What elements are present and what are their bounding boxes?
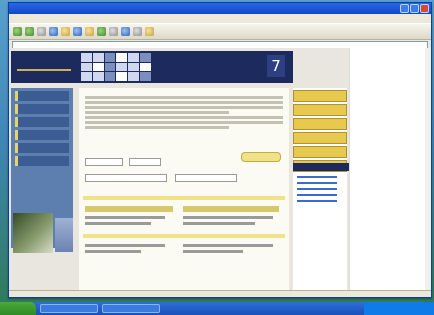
site-logo[interactable] bbox=[17, 59, 71, 71]
status-bar bbox=[9, 290, 431, 297]
home-icon[interactable] bbox=[61, 27, 70, 36]
browser-content: 7 bbox=[9, 48, 431, 297]
media-icon[interactable] bbox=[97, 27, 106, 36]
related-link[interactable] bbox=[297, 176, 337, 178]
table-cell bbox=[183, 216, 273, 219]
left-nav-item[interactable] bbox=[15, 156, 69, 166]
left-nav-item[interactable] bbox=[15, 117, 69, 127]
main-content bbox=[79, 88, 289, 294]
taskbar bbox=[0, 302, 434, 315]
right-nav-item[interactable] bbox=[293, 146, 347, 158]
left-photo-secondary bbox=[55, 218, 73, 252]
related-link[interactable] bbox=[297, 200, 337, 202]
text-line bbox=[85, 116, 283, 119]
left-nav-item[interactable] bbox=[15, 104, 69, 114]
right-nav-item[interactable] bbox=[293, 90, 347, 102]
text-line bbox=[85, 111, 229, 114]
back-icon[interactable] bbox=[13, 27, 22, 36]
refresh-icon[interactable] bbox=[49, 27, 58, 36]
window-controls bbox=[400, 4, 429, 13]
table-cell bbox=[183, 222, 255, 225]
right-navigation bbox=[293, 88, 350, 294]
taskbar-item[interactable] bbox=[40, 304, 98, 313]
text-line bbox=[85, 96, 283, 99]
text-line bbox=[85, 101, 283, 104]
table-cell bbox=[183, 244, 273, 247]
stop-icon[interactable] bbox=[37, 27, 46, 36]
edit-icon[interactable] bbox=[145, 27, 154, 36]
header-photo-mosaic bbox=[81, 53, 151, 81]
left-nav-item[interactable] bbox=[15, 130, 69, 140]
table-cell bbox=[183, 250, 243, 253]
vertical-scrollbar[interactable] bbox=[425, 48, 431, 297]
related-link[interactable] bbox=[297, 194, 337, 196]
text-line bbox=[85, 126, 229, 129]
form-input[interactable] bbox=[85, 174, 167, 182]
related-links-header bbox=[293, 163, 350, 171]
text-line bbox=[85, 121, 283, 124]
title-bar[interactable] bbox=[9, 3, 431, 14]
table-cell bbox=[85, 216, 165, 219]
print-icon[interactable] bbox=[133, 27, 142, 36]
table-header bbox=[85, 206, 173, 212]
table-cell bbox=[85, 250, 141, 253]
favorites-icon[interactable] bbox=[85, 27, 94, 36]
left-nav-item[interactable] bbox=[15, 91, 69, 101]
search-icon[interactable] bbox=[73, 27, 82, 36]
menu-bar bbox=[9, 14, 431, 23]
submit-button[interactable] bbox=[241, 152, 281, 162]
table-cell bbox=[85, 244, 165, 247]
system-tray bbox=[364, 302, 434, 315]
taskbar-item[interactable] bbox=[102, 304, 160, 313]
form-input[interactable] bbox=[85, 158, 123, 166]
table-header bbox=[183, 206, 279, 212]
left-navigation bbox=[11, 88, 73, 253]
maximize-button[interactable] bbox=[410, 4, 419, 13]
right-nav-item[interactable] bbox=[293, 118, 347, 130]
toolbar bbox=[9, 23, 431, 40]
mail-icon[interactable] bbox=[121, 27, 130, 36]
browser-window: 7 bbox=[8, 2, 432, 298]
left-nav-item[interactable] bbox=[15, 143, 69, 153]
form-input[interactable] bbox=[175, 174, 237, 182]
history-icon[interactable] bbox=[109, 27, 118, 36]
related-link[interactable] bbox=[297, 182, 337, 184]
blank-side-panel bbox=[349, 48, 431, 297]
close-button[interactable] bbox=[420, 4, 429, 13]
section-divider bbox=[83, 234, 285, 238]
left-photo bbox=[13, 213, 53, 253]
header-badge: 7 bbox=[267, 55, 285, 77]
search-form bbox=[83, 146, 285, 194]
right-nav-item[interactable] bbox=[293, 104, 347, 116]
form-input[interactable] bbox=[129, 158, 161, 166]
forward-icon[interactable] bbox=[25, 27, 34, 36]
site-header: 7 bbox=[11, 51, 293, 83]
web-page: 7 bbox=[9, 48, 350, 297]
section-divider bbox=[83, 196, 285, 200]
text-line bbox=[85, 106, 283, 109]
minimize-button[interactable] bbox=[400, 4, 409, 13]
related-link[interactable] bbox=[297, 188, 337, 190]
table-cell bbox=[85, 222, 151, 225]
start-button[interactable] bbox=[0, 302, 36, 315]
right-nav-item[interactable] bbox=[293, 132, 347, 144]
